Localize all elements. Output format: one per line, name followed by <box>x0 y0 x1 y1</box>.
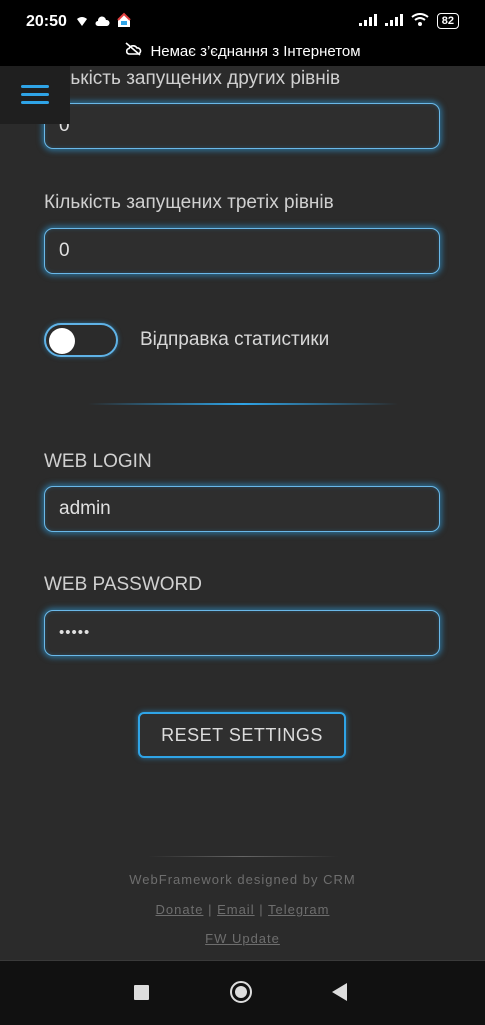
footer-fw-update: FW Update <box>0 931 485 946</box>
web-password-label: WEB PASSWORD <box>44 574 202 595</box>
statistics-toggle[interactable] <box>44 323 118 357</box>
donate-link[interactable]: Donate <box>156 902 204 917</box>
wifi-question-icon <box>76 14 88 30</box>
second-levels-label: Кількість запущених других рівнів <box>44 68 341 89</box>
offline-banner: Немає з’єднання з Інтернетом <box>0 36 485 66</box>
telegram-link[interactable]: Telegram <box>268 902 329 917</box>
link-separator: | <box>208 902 213 917</box>
fw-update-link[interactable]: FW Update <box>205 931 280 946</box>
third-levels-label: Кількість запущених третіх рівнів <box>44 192 334 213</box>
cloud-icon <box>94 14 110 30</box>
wifi-icon <box>411 13 429 29</box>
menu-button[interactable] <box>0 66 70 124</box>
home-app-icon <box>116 12 132 31</box>
home-icon[interactable] <box>230 981 252 1003</box>
signal-icon <box>358 13 377 29</box>
statistics-toggle-label: Відправка статистики <box>140 329 330 350</box>
offline-text: Немає з’єднання з Інтернетом <box>150 42 361 60</box>
cloud-off-icon <box>124 42 142 60</box>
hamburger-icon <box>21 85 49 88</box>
signal-icon-2 <box>384 13 403 29</box>
reset-settings-button[interactable]: RESET SETTINGS <box>138 712 346 758</box>
web-password-input[interactable]: ••••• <box>44 610 440 656</box>
third-levels-input[interactable]: 0 <box>44 228 440 274</box>
navigation-bar <box>0 960 485 1025</box>
web-login-label: WEB LOGIN <box>44 451 152 472</box>
status-time: 20:50 <box>26 13 67 30</box>
recents-icon[interactable] <box>134 985 149 1000</box>
toggle-knob <box>49 328 75 354</box>
battery-icon: 82 <box>436 13 459 29</box>
footer-credit: WebFramework designed by CRM <box>129 872 356 887</box>
web-login-input[interactable]: admin <box>44 486 440 532</box>
link-separator: | <box>259 902 264 917</box>
footer-links: Donate | Email | Telegram <box>0 902 485 917</box>
footer-divider <box>148 856 338 857</box>
back-icon[interactable] <box>332 983 347 1001</box>
email-link[interactable]: Email <box>217 902 255 917</box>
second-levels-input[interactable]: 0 <box>44 103 440 149</box>
divider <box>88 403 398 405</box>
